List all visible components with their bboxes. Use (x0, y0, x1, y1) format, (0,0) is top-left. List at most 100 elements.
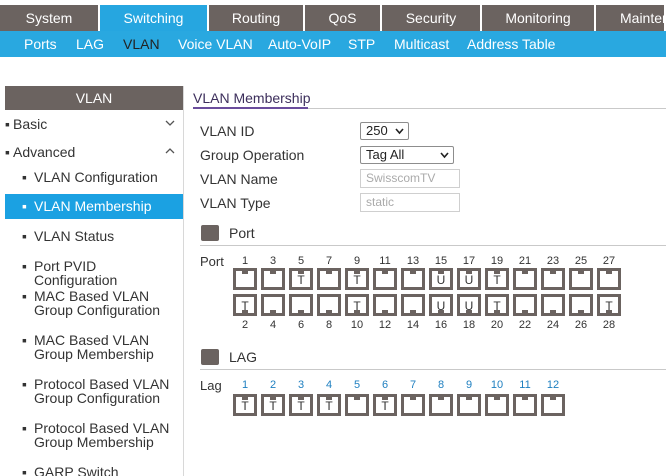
topnav-security[interactable]: Security (382, 5, 482, 31)
port-toggle[interactable]: T (485, 294, 509, 316)
topnav-qos[interactable]: QoS (305, 5, 382, 31)
port-toggle[interactable] (317, 268, 341, 290)
sidebar-item-protocol-group-configuration[interactable]: ▪ Protocol Based VLAN Group Configuratio… (5, 377, 183, 411)
subnav-voice-vlan[interactable]: Voice VLAN (178, 31, 253, 57)
port-icon (201, 225, 219, 241)
port-tag: T (353, 273, 361, 287)
topnav-system[interactable]: System (0, 5, 100, 31)
bullet-icon: ▪ (22, 228, 27, 244)
port-toggle[interactable] (569, 268, 593, 290)
subnav-vlan[interactable]: VLAN (123, 31, 160, 57)
port-toggle[interactable] (401, 294, 425, 316)
port-tag: U (436, 299, 446, 313)
lag-toggle[interactable]: T (233, 394, 257, 416)
vlan-name-field[interactable]: SwisscomTV (360, 169, 460, 188)
port-toggle[interactable] (513, 268, 537, 290)
port-toggle[interactable]: T (233, 294, 257, 316)
port-number: 27 (602, 255, 616, 267)
port-toggle[interactable] (513, 294, 537, 316)
port-toggle[interactable]: T (345, 294, 369, 316)
port-toggle[interactable] (401, 268, 425, 290)
sidebar-item-basic[interactable]: ▪ Basic (5, 116, 183, 136)
sidebar-item-garp-switch[interactable]: ▪ GARP Switch (5, 465, 183, 476)
topnav-switching[interactable]: Switching (100, 5, 209, 31)
sidebar-item-advanced[interactable]: ▪ Advanced (5, 144, 183, 164)
chevron-up-icon[interactable] (165, 144, 175, 161)
lag-toggle[interactable] (345, 394, 369, 416)
lag-toggle[interactable]: T (289, 394, 313, 416)
sidebar-item-label: Protocol Based VLAN Group Membership (34, 420, 170, 450)
subnav-ports[interactable]: Ports (24, 31, 57, 57)
port-toggle[interactable] (373, 268, 397, 290)
lag-section-divider (200, 369, 666, 370)
chevron-down-icon[interactable] (165, 116, 175, 133)
lag-tag: T (297, 399, 305, 413)
port-toggle[interactable] (233, 268, 257, 290)
lag-toggle[interactable]: T (373, 394, 397, 416)
lag-toggle[interactable] (429, 394, 453, 416)
bullet-icon: ▪ (22, 198, 27, 214)
port-toggle[interactable] (541, 294, 565, 316)
port-toggle[interactable] (289, 294, 313, 316)
sidebar-item-protocol-group-membership[interactable]: ▪ Protocol Based VLAN Group Membership (5, 421, 183, 455)
caret-down-icon (440, 147, 449, 168)
port-number: 25 (574, 255, 588, 267)
port-toggle[interactable]: U (457, 268, 481, 290)
port-toggle[interactable] (373, 294, 397, 316)
sidebar-item-vlan-status[interactable]: ▪ VLAN Status (5, 229, 183, 251)
lag-number: 8 (437, 379, 445, 391)
sidebar-item-port-pvid-configuration[interactable]: ▪ Port PVID Configuration (5, 259, 183, 287)
port-toggle[interactable] (261, 268, 285, 290)
port-toggle[interactable]: U (457, 294, 481, 316)
port-number: 1 (241, 255, 249, 267)
topnav-monitoring[interactable]: Monitoring (482, 5, 596, 31)
subnav-multicast[interactable]: Multicast (394, 31, 449, 57)
port-toggle[interactable]: U (429, 268, 453, 290)
lag-toggle[interactable] (457, 394, 481, 416)
port-toggle[interactable] (541, 268, 565, 290)
top-nav: System Switching Routing QoS Security Mo… (0, 5, 666, 31)
subnav-address-table[interactable]: Address Table (467, 31, 555, 57)
sidebar-item-vlan-configuration[interactable]: ▪ VLAN Configuration (5, 169, 183, 191)
lag-toggle[interactable] (513, 394, 537, 416)
group-operation-select[interactable]: Tag All (360, 146, 454, 164)
subnav-lag[interactable]: LAG (76, 31, 104, 57)
lag-number: 5 (353, 379, 361, 391)
sidebar-item-mac-group-membership[interactable]: ▪ MAC Based VLAN Group Membership (5, 333, 183, 367)
topnav-routing[interactable]: Routing (209, 5, 305, 31)
lag-tag: T (241, 399, 249, 413)
sidebar-item-label: VLAN Membership (34, 198, 152, 214)
port-toggle[interactable]: T (345, 268, 369, 290)
lag-toggle[interactable]: T (317, 394, 341, 416)
port-number: 24 (546, 319, 560, 331)
lag-toggle[interactable]: T (261, 394, 285, 416)
lag-tag: T (269, 399, 277, 413)
lag-number: 10 (490, 379, 504, 391)
lag-tag: T (325, 399, 333, 413)
lag-toggle[interactable] (485, 394, 509, 416)
port-number: 6 (297, 319, 305, 331)
port-number: 8 (325, 319, 333, 331)
bullet-icon: ▪ (5, 144, 10, 160)
topnav-maintenance[interactable]: Maintenance (596, 5, 666, 31)
subnav-stp[interactable]: STP (348, 31, 375, 57)
vlan-id-select[interactable]: 250 (360, 122, 409, 140)
port-toggle[interactable] (317, 294, 341, 316)
port-toggle[interactable] (261, 294, 285, 316)
sidebar-item-vlan-membership[interactable]: ▪ VLAN Membership (5, 194, 183, 219)
port-number: 4 (269, 319, 277, 331)
bullet-icon: ▪ (22, 464, 27, 476)
lag-toggle[interactable] (541, 394, 565, 416)
port-number: 17 (462, 255, 476, 267)
title-underline (193, 107, 308, 109)
sidebar-item-mac-group-configuration[interactable]: ▪ MAC Based VLAN Group Configuration (5, 289, 183, 323)
port-toggle[interactable]: T (485, 268, 509, 290)
vlan-type-field[interactable]: static (360, 193, 460, 212)
lag-toggle[interactable] (401, 394, 425, 416)
port-toggle[interactable]: U (429, 294, 453, 316)
port-toggle[interactable] (569, 294, 593, 316)
port-toggle[interactable]: T (289, 268, 313, 290)
subnav-auto-voip[interactable]: Auto-VoIP (268, 31, 331, 57)
port-toggle[interactable] (597, 268, 621, 290)
port-toggle[interactable]: T (597, 294, 621, 316)
